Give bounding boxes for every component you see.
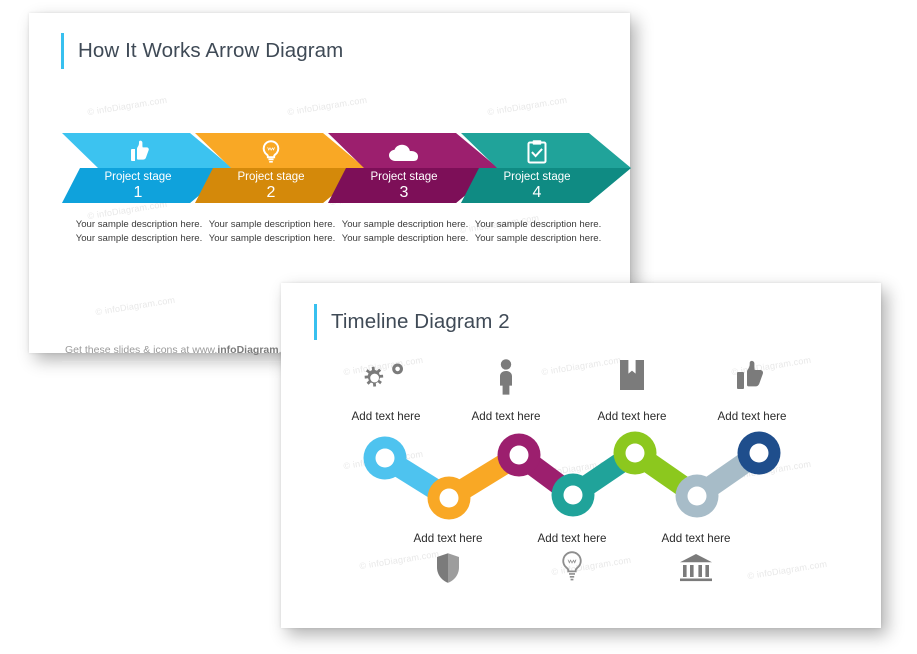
timeline-bottom-label-2: Add text here bbox=[537, 532, 607, 545]
bank-icon bbox=[670, 553, 722, 588]
clipboard-check-icon bbox=[461, 139, 613, 170]
watermark: © infoDiagram.com bbox=[286, 94, 368, 118]
arrow-stage-label: Project stage bbox=[104, 171, 172, 183]
arrow-stage-number: 2 bbox=[266, 184, 276, 201]
slide1-footer: Get these slides & icons at www.infoDiag… bbox=[65, 344, 301, 356]
lightbulb-icon bbox=[546, 550, 598, 589]
shield-icon bbox=[422, 552, 474, 589]
watermark: © infoDiagram.com bbox=[486, 94, 568, 118]
stage-descriptions: Your sample description here. Your sampl… bbox=[62, 218, 627, 288]
screenshot-canvas: © infoDiagram.com © infoDiagram.com © in… bbox=[0, 0, 917, 654]
stage-description: Your sample description here. Your sampl… bbox=[341, 219, 469, 245]
stage-description: Your sample description here. Your sampl… bbox=[75, 219, 203, 245]
lightbulb-icon bbox=[195, 139, 347, 170]
page-title: How It Works Arrow Diagram bbox=[78, 39, 344, 62]
cloud-icon bbox=[328, 144, 480, 167]
timeline-diagram: Add text here Add text here Add text her… bbox=[281, 283, 881, 628]
arrow-stage-number: 4 bbox=[532, 184, 542, 201]
stage-description: Your sample description here. Your sampl… bbox=[474, 219, 602, 245]
arrow-diagram: Project stage 1 Project stage 2 Project … bbox=[62, 133, 631, 208]
slide-timeline-diagram-2[interactable]: © infoDiagram.com © infoDiagram.com © in… bbox=[281, 283, 881, 628]
timeline-bottom-label-1: Add text here bbox=[413, 532, 483, 545]
footer-prefix: Get these slides & icons at www. bbox=[65, 344, 218, 356]
timeline-bottom-label-3: Add text here bbox=[661, 532, 731, 545]
arrow-stage-label: Project stage bbox=[370, 171, 438, 183]
stage-description: Your sample description here. Your sampl… bbox=[208, 219, 336, 245]
footer-brand: infoDiagram bbox=[217, 344, 279, 356]
title-accent-bar bbox=[61, 33, 64, 69]
watermark: © infoDiagram.com bbox=[94, 294, 176, 318]
arrow-stage-4[interactable]: Project stage 4 bbox=[461, 133, 631, 203]
arrow-stage-number: 3 bbox=[399, 184, 409, 201]
thumbs-up-icon bbox=[62, 139, 214, 168]
arrow-stage-label: Project stage bbox=[503, 171, 571, 183]
watermark: © infoDiagram.com bbox=[86, 94, 168, 118]
arrow-stage-number: 1 bbox=[133, 184, 143, 201]
slide1-title-block: How It Works Arrow Diagram bbox=[61, 33, 343, 69]
arrow-stage-label: Project stage bbox=[237, 171, 305, 183]
